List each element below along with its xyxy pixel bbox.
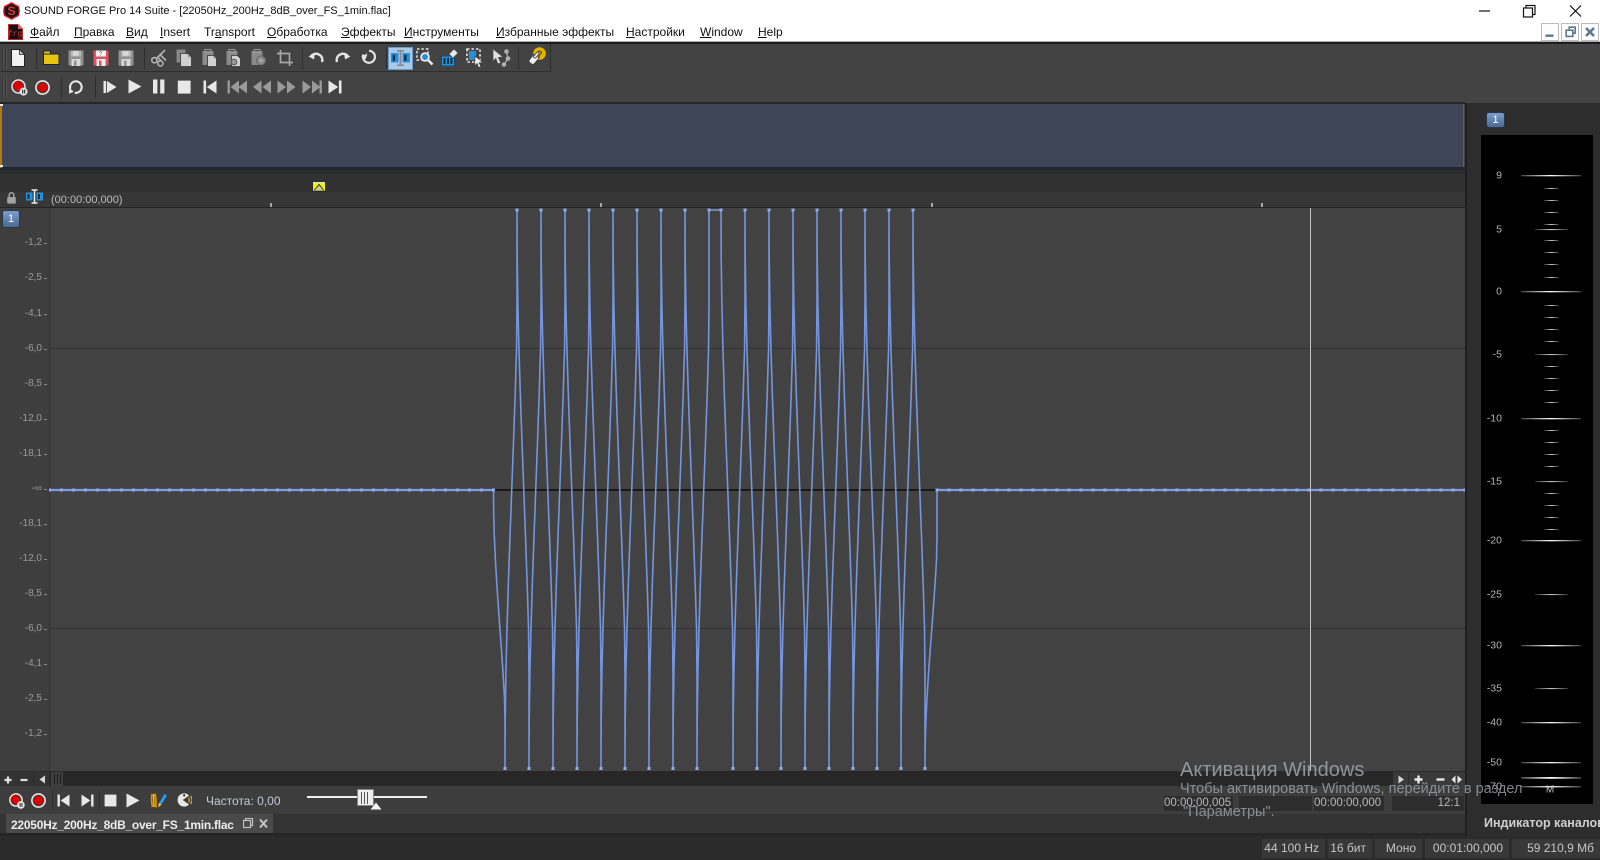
svg-text:-20: -20 — [1487, 535, 1502, 547]
svg-text:S: S — [7, 4, 15, 18]
svg-text:-35: -35 — [1487, 683, 1502, 695]
svg-text:-10: -10 — [1487, 413, 1502, 425]
svg-text:5: 5 — [1496, 224, 1502, 236]
svg-text:0: 0 — [1496, 286, 1502, 298]
svg-text:-25: -25 — [1487, 589, 1502, 601]
svg-text:-40: -40 — [1487, 717, 1502, 729]
svg-text:-50: -50 — [1487, 757, 1502, 769]
svg-text:-30: -30 — [1487, 640, 1502, 652]
svg-text:9: 9 — [1496, 170, 1502, 182]
svg-text:-5: -5 — [1493, 349, 1502, 361]
svg-text:-15: -15 — [1487, 476, 1502, 488]
svg-text:?: ? — [99, 52, 102, 58]
svg-text:М: М — [1546, 785, 1554, 796]
